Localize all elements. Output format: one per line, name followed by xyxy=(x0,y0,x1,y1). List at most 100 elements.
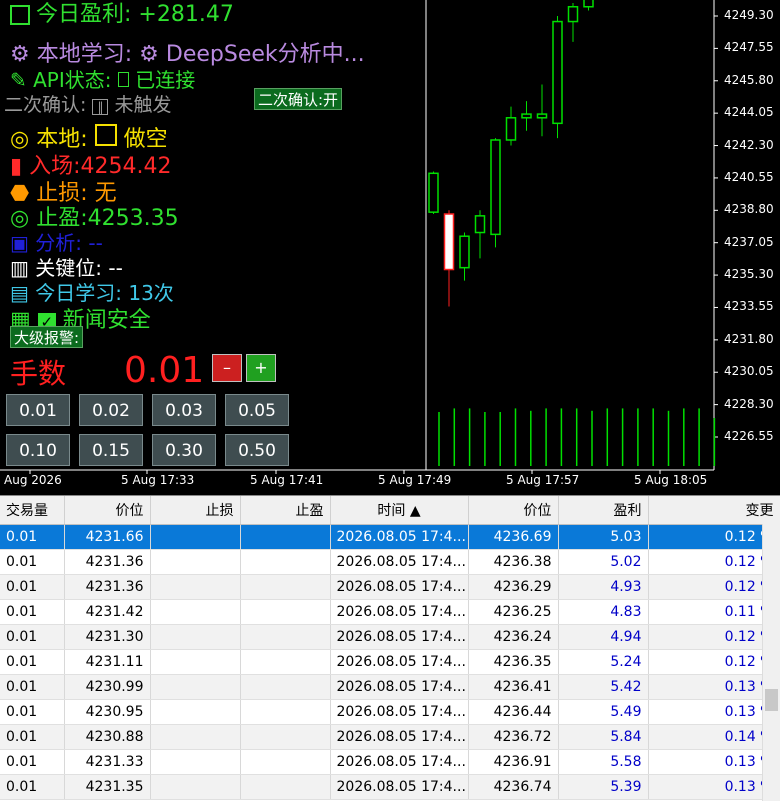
chart-window[interactable]: 4249.30 4247.55 4245.80 4244.05 4242.30 4240.… xyxy=(0,0,780,495)
cell-current-price: 4236.91 xyxy=(468,749,559,775)
cell-profit: 5.39 xyxy=(558,774,649,800)
cell-stop-loss xyxy=(150,749,241,775)
col-stop-loss-header[interactable]: 止损 xyxy=(150,496,241,525)
lot-button-0-02[interactable]: 0.02 xyxy=(79,394,143,426)
lot-button-0-01[interactable]: 0.01 xyxy=(6,394,70,426)
lot-button-0-10[interactable]: 0.10 xyxy=(6,434,70,466)
lot-button-0-05[interactable]: 0.05 xyxy=(225,394,289,426)
cell-open-time: 2026.08.05 17:4... xyxy=(330,524,469,550)
second-confirm-value: 未触发 xyxy=(114,94,172,116)
cell-change: 0.12 % xyxy=(648,649,780,675)
table-row[interactable]: 0.01 4231.11 2026.08.05 17:4... 4236.35 5.24… xyxy=(0,649,780,675)
cell-change: 0.13 % xyxy=(648,749,780,775)
cell-stop-loss xyxy=(150,549,241,575)
table-row[interactable]: 0.01 4231.33 2026.08.05 17:4... 4236.91 5.58… xyxy=(0,749,780,775)
table-row[interactable]: 0.01 4231.36 2026.08.05 17:4... 4236.38 5.02… xyxy=(0,549,780,575)
lot-button-0-03[interactable]: 0.03 xyxy=(152,394,216,426)
cell-stop-loss xyxy=(150,674,241,700)
cell-current-price: 4236.74 xyxy=(468,774,559,800)
price-tick-label: 4240.55 xyxy=(724,169,774,184)
cell-change: 0.13 % xyxy=(648,774,780,800)
cell-profit: 5.24 xyxy=(558,649,649,675)
candle-body xyxy=(536,113,548,119)
table-row[interactable]: 0.01 4230.95 2026.08.05 17:4... 4236.44 5.49… xyxy=(0,699,780,725)
cell-take-profit xyxy=(240,749,331,775)
cell-take-profit xyxy=(240,599,331,625)
table-row[interactable]: 0.01 4231.35 2026.08.05 17:4... 4236.74 5.39… xyxy=(0,774,780,800)
cell-profit: 4.93 xyxy=(558,574,649,600)
checkbox-icon xyxy=(117,72,129,87)
table-row[interactable]: 0.01 4230.99 2026.08.05 17:4... 4236.41 5.42… xyxy=(0,674,780,700)
cell-current-price: 4236.24 xyxy=(468,624,559,650)
cell-take-profit xyxy=(240,524,331,550)
trade-table-panel: 交易量 价位 止损 止盈 时间 ▲ 价位 盈利 变更 0.01 4231.66 20… xyxy=(0,495,780,801)
candle-body xyxy=(505,117,517,141)
cell-take-profit xyxy=(240,649,331,675)
major-alert-tag[interactable]: 大级报警: xyxy=(10,326,84,348)
time-tick-label: 5 Aug 17:41 xyxy=(250,473,324,487)
cell-take-profit xyxy=(240,724,331,750)
cell-stop-loss xyxy=(150,624,241,650)
table-row[interactable]: 0.01 4231.30 2026.08.05 17:4... 4236.24 4.94… xyxy=(0,624,780,650)
second-confirm-label: 二次确认: xyxy=(4,94,87,116)
price-tick-label: 4231.80 xyxy=(724,331,774,346)
cell-profit: 5.58 xyxy=(558,749,649,775)
price-tick-label: 4226.55 xyxy=(724,429,774,443)
cell-take-profit xyxy=(240,774,331,800)
cell-change: 0.13 % xyxy=(648,699,780,725)
cell-open-price: 4231.36 xyxy=(64,549,151,575)
second-confirm-toggle[interactable]: 二次确认:开 xyxy=(254,88,343,110)
price-tick-label: 4244.05 xyxy=(724,105,774,120)
lot-value: 0.01 xyxy=(124,350,205,391)
cell-open-time: 2026.08.05 17:4... xyxy=(330,774,469,800)
volume-layer xyxy=(438,408,716,466)
cell-take-profit xyxy=(240,574,331,600)
table-row[interactable]: 0.01 4231.36 2026.08.05 17:4... 4236.29 4.93… xyxy=(0,574,780,600)
time-tick-label: 5 Aug 18:05 xyxy=(634,473,708,487)
table-row[interactable]: 0.01 4231.66 2026.08.05 17:4... 4236.69 5.03… xyxy=(0,524,780,550)
cell-open-price: 4230.88 xyxy=(64,724,151,750)
cell-stop-loss xyxy=(150,724,241,750)
col-open-price-header[interactable]: 价位 xyxy=(64,496,151,525)
table-scrollbar[interactable] xyxy=(762,524,780,801)
cell-volume: 0.01 xyxy=(0,674,65,700)
chart-down-icon xyxy=(94,124,117,146)
cell-profit: 5.42 xyxy=(558,674,649,700)
cell-take-profit xyxy=(240,674,331,700)
price-tick-label: 4247.55 xyxy=(724,40,774,55)
cell-current-price: 4236.38 xyxy=(468,549,559,575)
scrollbar-thumb[interactable] xyxy=(765,689,778,711)
cell-open-price: 4231.35 xyxy=(64,774,151,800)
table-row[interactable]: 0.01 4231.42 2026.08.05 17:4... 4236.25 4.83… xyxy=(0,599,780,625)
col-change-header[interactable]: 变更 xyxy=(648,496,780,525)
cell-open-price: 4231.33 xyxy=(64,749,151,775)
cell-open-time: 2026.08.05 17:4... xyxy=(330,674,469,700)
col-profit-header[interactable]: 盈利 xyxy=(558,496,649,525)
table-row[interactable]: 0.01 4230.88 2026.08.05 17:4... 4236.72 5.84… xyxy=(0,724,780,750)
price-tick-label: 4242.30 xyxy=(724,137,774,152)
lot-button-0-15[interactable]: 0.15 xyxy=(79,434,143,466)
cell-volume: 0.01 xyxy=(0,699,65,725)
col-time-header[interactable]: 时间 ▲ xyxy=(330,496,469,525)
cell-open-time: 2026.08.05 17:4... xyxy=(330,724,469,750)
cell-open-price: 4230.95 xyxy=(64,699,151,725)
time-tick-label: 5 Aug 17:33 xyxy=(121,473,195,487)
cell-current-price: 4236.41 xyxy=(468,674,559,700)
price-tick-label: 4238.80 xyxy=(724,202,774,217)
candle-body xyxy=(521,113,532,119)
col-current-price-header[interactable]: 价位 xyxy=(468,496,559,525)
lot-plus-button[interactable]: + xyxy=(246,354,276,382)
lot-button-0-50[interactable]: 0.50 xyxy=(225,434,289,466)
price-tick-label: 4237.05 xyxy=(724,234,774,249)
cell-change: 0.12 % xyxy=(648,574,780,600)
price-tick-label: 4228.30 xyxy=(724,396,774,411)
price-tick-label: 4245.80 xyxy=(724,72,774,87)
col-take-profit-header[interactable]: 止盈 xyxy=(240,496,331,525)
cell-stop-loss xyxy=(150,774,241,800)
cell-stop-loss xyxy=(150,524,241,550)
lot-minus-button[interactable]: – xyxy=(212,354,242,382)
checkbox-icon xyxy=(10,5,30,25)
col-volume-header[interactable]: 交易量 xyxy=(0,496,65,525)
lot-button-0-30[interactable]: 0.30 xyxy=(152,434,216,466)
candle-body xyxy=(428,172,439,213)
